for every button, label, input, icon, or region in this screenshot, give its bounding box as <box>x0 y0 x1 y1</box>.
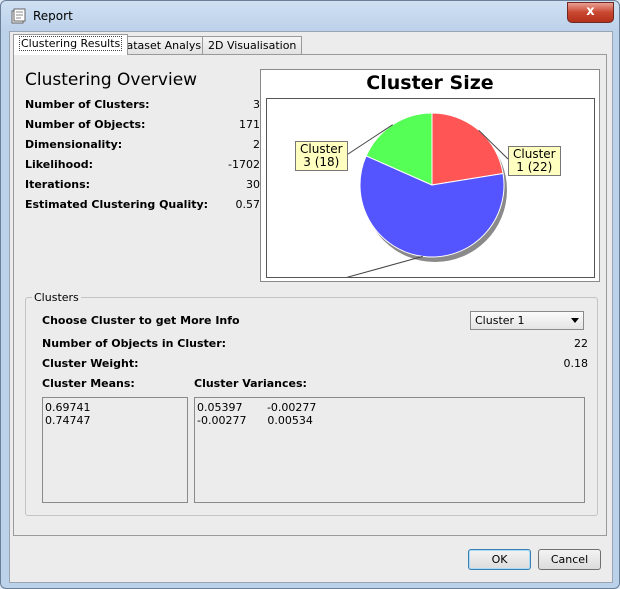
choose-cluster-label: Choose Cluster to get More Info <box>42 314 240 327</box>
cluster-variances-textarea[interactable]: 0.05397 -0.00277 -0.00277 0.00534 <box>194 397 585 503</box>
tab-clustering-results[interactable]: Clustering Results <box>13 34 129 55</box>
ok-button[interactable]: OK <box>468 549 531 570</box>
cluster-means-label: Cluster Means: <box>42 377 135 390</box>
pie-slice-cluster-1 <box>431 112 504 186</box>
clusters-group-title: Clusters <box>32 291 81 304</box>
objects-in-cluster-label: Number of Objects in Cluster: <box>42 337 227 350</box>
tab-2d-visualisation[interactable]: 2D Visualisation <box>202 36 303 54</box>
clusters-group: Clusters Choose Cluster to get More Info… <box>25 291 598 516</box>
stat-label-clusters: Number of Clusters: <box>25 98 150 111</box>
means-line: 0.69741 <box>45 401 91 414</box>
cancel-button[interactable]: Cancel <box>538 549 601 570</box>
variances-line: -0.00277 0.00534 <box>197 414 313 427</box>
objects-in-cluster-value: 22 <box>574 337 588 350</box>
stat-label-objects: Number of Objects: <box>25 118 146 131</box>
cluster-size-chart: Cluster Size Cluster 1 (22)Cluster 2 (58… <box>260 69 600 282</box>
stat-value-quality: 0.57 <box>235 198 261 211</box>
pie-label-cluster-3: Cluster 3 (18) <box>295 141 348 171</box>
stat-value-iterations: 30 <box>246 178 260 191</box>
overview-title: Clustering Overview <box>25 70 198 90</box>
stat-value-dimensionality: 2 <box>253 138 260 151</box>
pie-plot-area: Cluster 1 (22)Cluster 2 (58)Cluster 3 (1… <box>266 98 595 278</box>
close-icon: x <box>586 4 595 19</box>
stat-label-dimensionality: Dimensionality: <box>25 138 123 151</box>
stat-value-clusters: 3 <box>253 98 260 111</box>
pie-label-cluster-1: Cluster 1 (22) <box>508 146 561 176</box>
dialog-content: Clustering Results Dataset Analysis 2D V… <box>9 31 613 583</box>
chevron-down-icon[interactable] <box>571 318 579 323</box>
means-line: 0.74747 <box>45 414 91 427</box>
chart-title: Cluster Size <box>366 72 494 94</box>
cluster-select-value: Cluster 1 <box>475 314 525 327</box>
pie-label-connector <box>346 255 423 277</box>
title-bar[interactable]: Report x <box>1 1 619 31</box>
report-window: Report x Clustering Results Dataset Anal… <box>0 0 620 589</box>
cluster-select[interactable]: Cluster 1 <box>470 311 584 330</box>
stat-value-objects: 171 <box>239 118 260 131</box>
cluster-weight-label: Cluster Weight: <box>42 357 139 370</box>
pie-chart <box>338 112 509 277</box>
stat-label-iterations: Iterations: <box>25 178 91 191</box>
close-button[interactable]: x <box>567 2 614 23</box>
variances-line: 0.05397 -0.00277 <box>197 401 317 414</box>
cluster-weight-value: 0.18 <box>563 357 589 370</box>
window-title: Report <box>33 9 73 23</box>
cluster-means-textarea[interactable]: 0.69741 0.74747 <box>42 397 188 503</box>
clustering-results-panel: Clustering Overview Number of Clusters: … <box>13 54 607 536</box>
stat-label-likelihood: Likelihood: <box>25 158 94 171</box>
stat-value-likelihood: -1702 <box>228 158 260 171</box>
stat-label-quality: Estimated Clustering Quality: <box>25 198 209 211</box>
report-icon <box>11 8 26 24</box>
cluster-variances-label: Cluster Variances: <box>194 377 307 390</box>
